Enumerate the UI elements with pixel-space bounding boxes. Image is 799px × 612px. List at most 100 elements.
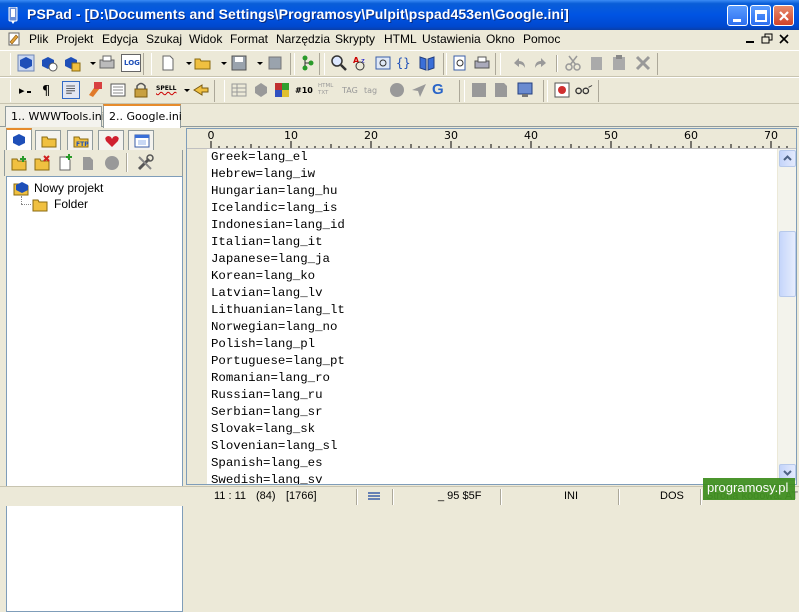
replace-icon[interactable]: Az <box>352 54 370 72</box>
search-icon[interactable] <box>330 54 348 72</box>
minimize-button[interactable] <box>727 5 748 26</box>
monitor-icon[interactable] <box>516 81 534 99</box>
tab-google[interactable]: 2.. Google.ini <box>103 104 182 128</box>
close-button[interactable] <box>773 5 794 26</box>
menu-skrypty[interactable]: Skrypty <box>335 32 375 46</box>
maximize-button[interactable] <box>750 5 771 26</box>
print-project-icon[interactable] <box>98 54 116 72</box>
file-tree-icon[interactable] <box>298 54 316 72</box>
line-ending-format[interactable]: DOS <box>660 490 684 502</box>
code-line[interactable]: Russian=lang_ru <box>211 388 323 405</box>
code-line[interactable]: Hungarian=lang_hu <box>211 184 337 201</box>
save-icon[interactable] <box>230 54 248 72</box>
tab-ftp[interactable]: FTP <box>67 130 93 150</box>
menu-format[interactable]: Format <box>230 32 268 46</box>
code-line[interactable]: Slovenian=lang_sl <box>211 439 337 456</box>
code-line[interactable]: Icelandic=lang_is <box>211 201 337 218</box>
redo-icon[interactable] <box>532 54 550 72</box>
menu-narzedzia[interactable]: Narzędzia <box>276 32 330 46</box>
title-bar[interactable]: PSPad - [D:\Documents and Settings\Progr… <box>0 0 799 30</box>
pspad-app-icon[interactable] <box>6 7 20 24</box>
tab-wwwtools[interactable]: 1.. WWWTools.ini <box>5 106 105 127</box>
open-project-icon[interactable] <box>40 54 58 72</box>
html-shape-icon[interactable] <box>252 81 270 99</box>
spell-check-button[interactable]: SPELL <box>156 81 178 99</box>
menu-html[interactable]: HTML <box>384 32 417 46</box>
color-picker-icon[interactable] <box>273 81 291 99</box>
project-tree[interactable]: Nowy projekt Folder <box>6 176 183 612</box>
lock-icon[interactable] <box>132 81 150 99</box>
menu-pomoc[interactable]: Pomoc <box>523 32 560 46</box>
log-button[interactable]: LOG <box>121 54 141 72</box>
menu-projekt[interactable]: Projekt <box>56 32 93 46</box>
undo-icon[interactable] <box>510 54 528 72</box>
brace-match-icon[interactable]: {} <box>396 54 414 72</box>
menu-edycja[interactable]: Edycja <box>102 32 138 46</box>
print-preview-icon[interactable] <box>451 54 469 72</box>
circle-tool-icon[interactable] <box>388 81 406 99</box>
google-search-button[interactable]: G <box>432 81 450 99</box>
code-line[interactable]: Korean=lang_ko <box>211 269 315 286</box>
validate-icon[interactable] <box>410 81 428 99</box>
code-line[interactable]: Italian=lang_it <box>211 235 323 252</box>
menu-ustawienia[interactable]: Ustawienia <box>422 32 481 46</box>
save-all-icon[interactable] <box>266 54 284 72</box>
vertical-scrollbar[interactable] <box>777 149 796 484</box>
scroll-up-button[interactable] <box>779 150 796 167</box>
code-line[interactable]: Indonesian=lang_id <box>211 218 345 235</box>
menu-szukaj[interactable]: Szukaj <box>146 32 182 46</box>
play-macro-icon[interactable] <box>575 81 593 99</box>
code-line[interactable]: Serbian=lang_sr <box>211 405 323 422</box>
code-line[interactable]: Greek=lang_el <box>211 150 308 167</box>
document-menu-icon[interactable] <box>7 32 21 46</box>
mdi-minimize-icon[interactable] <box>743 32 758 46</box>
code-line[interactable]: Hebrew=lang_iw <box>211 167 315 184</box>
print-icon[interactable] <box>473 54 491 72</box>
remove-file-icon[interactable] <box>80 154 98 171</box>
save-project-icon[interactable] <box>63 54 81 72</box>
code-editor[interactable]: 0 10 20 30 40 50 60 70 Greek=lang_el Hebrew=lang… <box>186 128 797 485</box>
menu-okno[interactable]: Okno <box>486 32 515 46</box>
paste-icon[interactable] <box>610 54 628 72</box>
menu-plik[interactable]: Plik <box>29 32 48 46</box>
menu-widok[interactable]: Widok <box>189 32 222 46</box>
find-in-files-icon[interactable] <box>374 54 392 72</box>
delete-icon[interactable] <box>634 54 652 72</box>
cut-icon[interactable] <box>564 54 582 72</box>
code-line[interactable]: Romanian=lang_ro <box>211 371 330 388</box>
add-file-icon[interactable] <box>57 154 75 171</box>
copy-icon[interactable] <box>587 54 605 72</box>
tree-item-folder[interactable]: Folder <box>32 196 172 212</box>
column-block-icon[interactable] <box>109 81 127 99</box>
code-line[interactable]: Swedish=lang_sv <box>211 473 323 484</box>
code-line[interactable]: Lithuanian=lang_lt <box>211 303 345 320</box>
mdi-close-icon[interactable] <box>777 32 792 46</box>
code-line[interactable]: Japanese=lang_ja <box>211 252 330 269</box>
code-line[interactable]: Polish=lang_pl <box>211 337 315 354</box>
html-to-txt-button[interactable]: HTML TXT <box>318 81 342 99</box>
code-line[interactable]: Portuguese=lang_pt <box>211 354 345 371</box>
code-line[interactable]: Norwegian=lang_no <box>211 320 337 337</box>
gray-square-icon[interactable] <box>470 81 488 99</box>
tab-windows[interactable] <box>128 130 154 150</box>
document-icon[interactable] <box>492 81 510 99</box>
tag-lower-button[interactable]: tag <box>364 81 384 99</box>
html-table-icon[interactable] <box>230 81 248 99</box>
scroll-thumb[interactable] <box>779 231 796 297</box>
html-entity-button[interactable]: #10 <box>295 81 313 99</box>
project-cube-icon[interactable] <box>17 54 35 72</box>
word-wrap-icon[interactable] <box>62 81 80 99</box>
code-line[interactable]: Slovak=lang_sk <box>211 422 315 439</box>
tab-favorites[interactable] <box>98 130 124 150</box>
open-folder-icon[interactable] <box>194 54 212 72</box>
add-folder-icon[interactable] <box>11 155 29 171</box>
special-chars-icon[interactable]: ▸ <box>16 81 34 99</box>
code-area[interactable]: Greek=lang_el Hebrew=lang_iw Hungarian=lan… <box>211 150 779 484</box>
tag-upper-button[interactable]: TAG <box>342 81 362 99</box>
tab-projects[interactable] <box>6 128 32 151</box>
code-line[interactable]: Spanish=lang_es <box>211 456 323 473</box>
mdi-restore-icon[interactable] <box>760 32 775 46</box>
syntax-highlighter[interactable]: INI <box>564 490 578 502</box>
new-file-icon[interactable] <box>159 54 177 72</box>
highlight-icon[interactable] <box>86 81 104 99</box>
